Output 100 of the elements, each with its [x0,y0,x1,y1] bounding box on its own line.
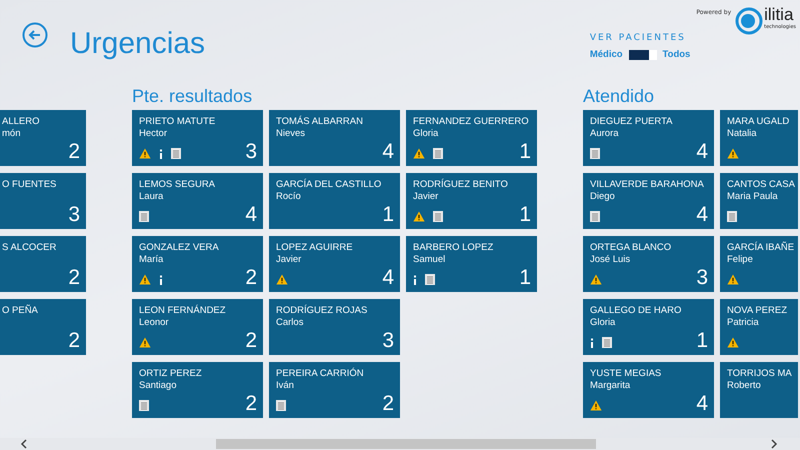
patient-surname: PEREIRA CARRIÓN [276,367,365,380]
patient-count: 4 [245,204,257,225]
patient-first-name: Leonor [139,317,170,329]
patient-count: 2 [68,330,80,351]
patient-first-name: Javier [276,254,302,266]
patient-tile[interactable]: ORTIZ PEREZ Santiago 2 [132,362,263,418]
patient-first-name: Hector [139,128,168,140]
patient-surname: RODRÍGUEZ BENITO [413,178,509,191]
patient-first-name: Margarita [590,380,632,392]
patient-tile[interactable]: PEREIRA CARRIÓN Iván 2 [269,362,400,418]
patient-surname: LEON FERNÁNDEZ [139,304,227,317]
patient-first-name: Natalia [727,128,758,140]
patient-count: 4 [696,393,708,414]
patient-surname: RODRÍGUEZ ROJAS [276,304,368,317]
ring-logo-icon [735,7,764,35]
patient-first-name: José Luis [590,254,632,266]
patient-tile[interactable]: BARBERO LOPEZ Samuel 1 [406,236,537,292]
patient-count: 4 [382,267,394,288]
patient-surname: GALLEGO DE HARO [590,304,682,317]
patient-first-name: Javier [413,191,440,203]
patient-count: 3 [696,267,708,288]
patient-surname: NOVA PEREZ [727,304,788,317]
patient-first-name: Gloria [413,128,440,140]
patient-tile[interactable]: O FUENTES 3 [0,173,86,229]
patient-surname: MARA UGALD [727,115,790,128]
patient-surname: LEMOS SEGURA [139,178,216,191]
patient-count: 2 [68,267,80,288]
patient-surname: TOMÁS ALBARRAN [276,115,364,128]
patient-first-name: Patricia [727,317,760,329]
patient-surname: O PEÑA [2,304,39,317]
patient-tile[interactable]: TOMÁS ALBARRAN Nieves 4 [269,110,400,166]
patient-surname: GONZALEZ VERA [139,241,220,254]
patient-first-name: Maria Paula [727,191,779,203]
patient-count: 2 [245,330,257,351]
patient-count: 1 [519,141,531,162]
patient-count: 2 [245,393,257,414]
patient-count: 3 [68,204,80,225]
patient-surname: BARBERO LOPEZ [413,241,494,254]
patient-count: 2 [68,141,80,162]
patient-tile[interactable]: GARCÍA DEL CASTILLO Rocío 1 [269,173,400,229]
patient-tile[interactable]: LOPEZ AGUIRRE Javier 4 [269,236,400,292]
patient-tile[interactable]: NOVA PEREZ Patricia [720,299,798,355]
patient-count: 1 [382,204,394,225]
patient-tile[interactable]: VILLAVERDE BARAHONA Diego 4 [583,173,714,229]
patient-surname: O FUENTES [2,178,58,191]
scroll-right-icon[interactable] [770,439,778,449]
patient-count: 3 [382,330,394,351]
patient-first-name: Roberto [727,380,762,392]
patient-first-name: María [139,254,164,266]
patient-tile[interactable]: FERNANDEZ GUERRERO Gloria 1 [406,110,537,166]
horizontal-scrollbar[interactable] [0,438,800,450]
patient-first-name: Diego [590,191,616,203]
patient-tile[interactable]: O PEÑA 2 [0,299,86,355]
patient-tile[interactable]: GARCÍA IBAÑE Felipe [720,236,798,292]
patient-count: 2 [382,393,394,414]
patient-count: 1 [519,267,531,288]
patient-surname: ORTIZ PEREZ [139,367,203,380]
patient-tile[interactable]: ALLERO món 2 [0,110,86,166]
patient-first-name: Nieves [276,128,306,140]
patient-count: 3 [245,141,257,162]
patient-tile[interactable]: S ALCOCER 2 [0,236,86,292]
page-title: Urgencias [70,26,206,62]
patient-surname: VILLAVERDE BARAHONA [590,178,705,191]
patient-count: 1 [696,330,708,351]
patient-first-name: món [2,128,22,140]
patient-first-name: Laura [139,191,164,203]
scroll-left-icon[interactable] [20,439,28,449]
patient-surname: PRIETO MATUTE [139,115,216,128]
back-icon[interactable] [22,22,48,48]
patient-tile[interactable]: DIEGUEZ PUERTA Aurora 4 [583,110,714,166]
patient-first-name: Carlos [276,317,304,329]
patient-count: 4 [382,141,394,162]
patient-tile[interactable]: LEON FERNÁNDEZ Leonor 2 [132,299,263,355]
patient-tile[interactable]: LEMOS SEGURA Laura 4 [132,173,263,229]
patient-count: 4 [696,204,708,225]
patient-surname: DIEGUEZ PUERTA [590,115,674,128]
patient-tile[interactable]: TORRIJOS MA Roberto [720,362,798,418]
patient-tile[interactable]: RODRÍGUEZ ROJAS Carlos 3 [269,299,400,355]
patient-first-name: Aurora [590,128,620,140]
patient-surname: S ALCOCER [2,241,58,254]
patient-first-name: Gloria [590,317,616,329]
patient-tile[interactable]: PRIETO MATUTE Hector 3 [132,110,263,166]
patient-tile[interactable]: RODRÍGUEZ BENITO Javier 1 [406,173,537,229]
patient-surname: GARCÍA DEL CASTILLO [276,178,382,191]
patient-tile[interactable]: YUSTE MEGIAS Margarita 4 [583,362,714,418]
patient-tile[interactable]: GALLEGO DE HARO Gloria 1 [583,299,714,355]
patient-tile[interactable]: MARA UGALD Natalia [720,110,798,166]
patient-tile[interactable]: ORTEGA BLANCO José Luis 3 [583,236,714,292]
patient-first-name: Rocío [276,191,302,203]
patient-count: 4 [696,141,708,162]
filter-label: VER PACIENTES [590,32,687,45]
patient-count: 2 [245,267,257,288]
patient-surname: TORRIJOS MA [727,367,793,380]
scrollbar-thumb[interactable] [216,439,596,449]
patient-surname: FERNANDEZ GUERRERO [413,115,530,128]
patient-surname: CANTOS CASA [727,178,796,191]
patient-tile[interactable]: CANTOS CASA Maria Paula [720,173,798,229]
patient-tile[interactable]: GONZALEZ VERA María 2 [132,236,263,292]
patient-first-name: Santiago [139,380,178,392]
patient-surname: GARCÍA IBAÑE [727,241,796,254]
